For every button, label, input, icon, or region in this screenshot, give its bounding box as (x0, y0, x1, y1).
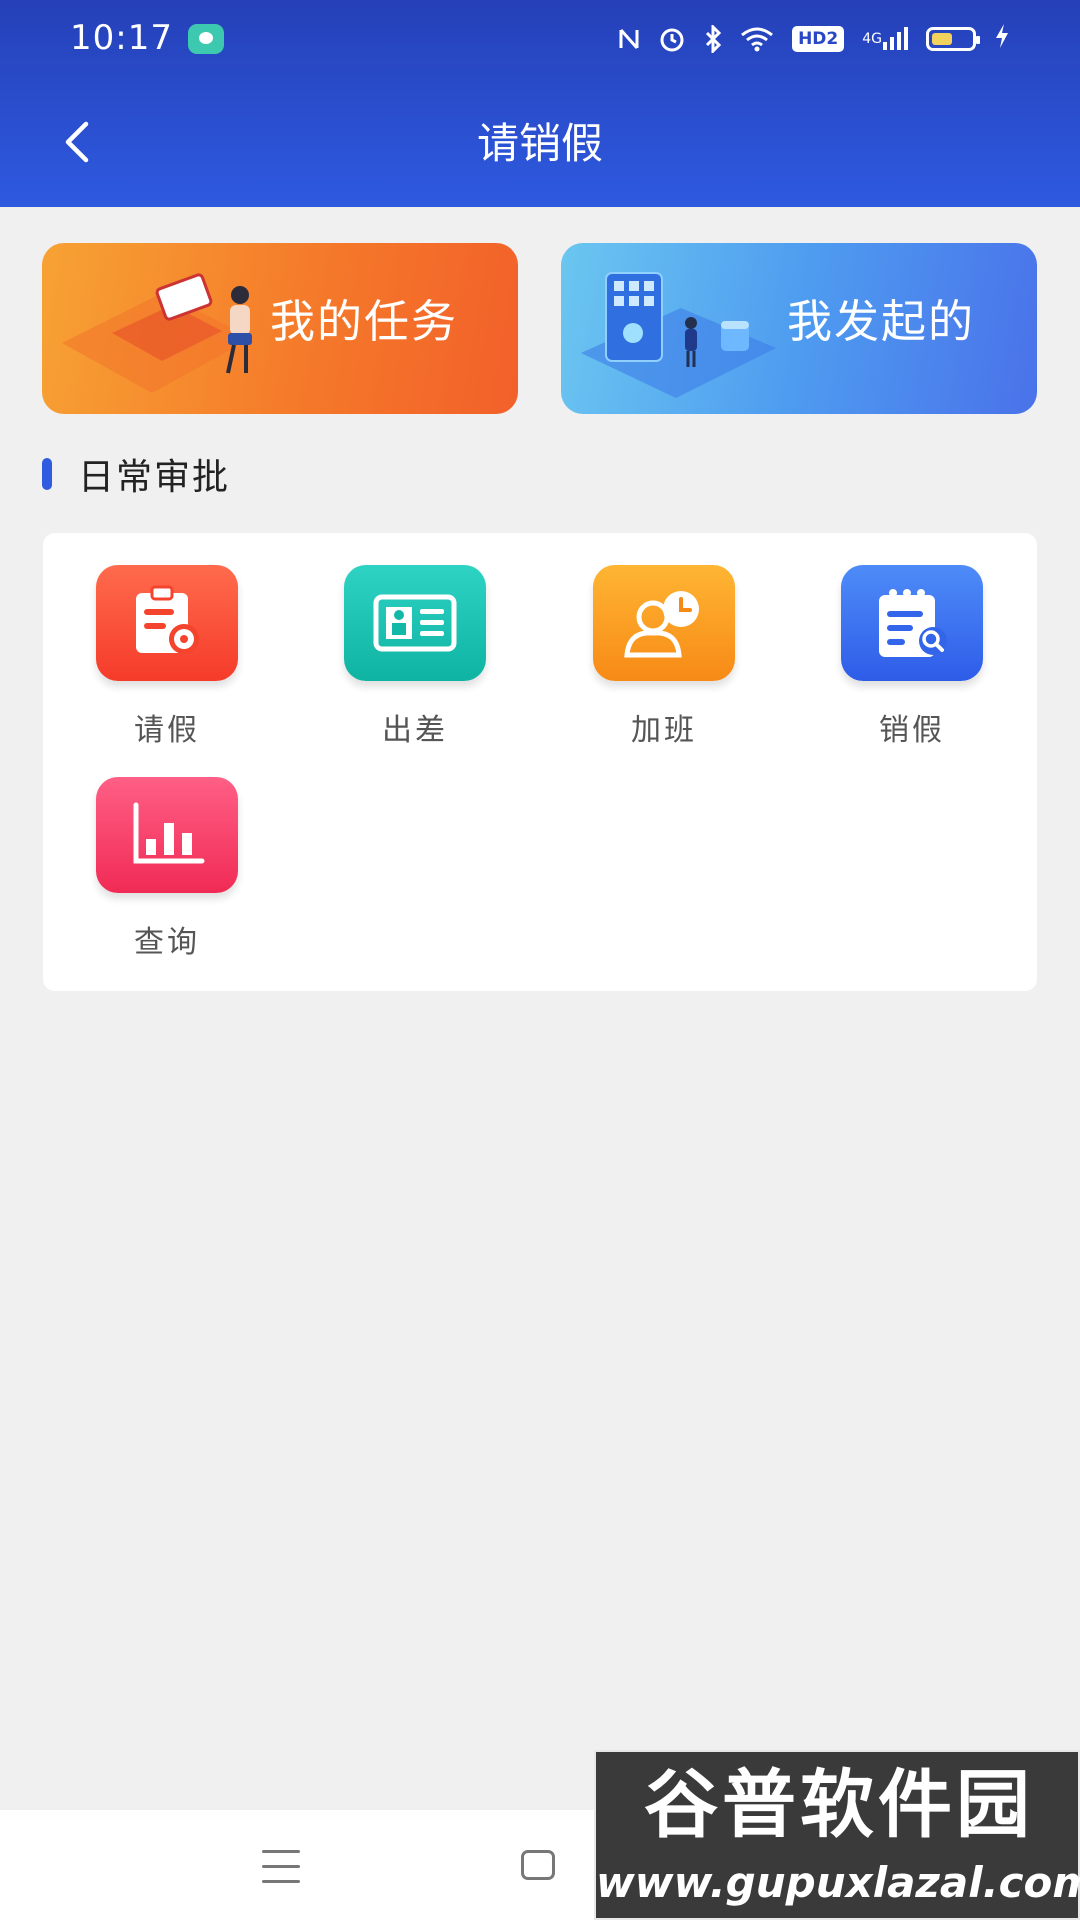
grid-label-query: 查询 (134, 925, 200, 960)
grid-item-overtime[interactable]: 加班 (540, 565, 788, 749)
page-title: 请销假 (476, 119, 603, 168)
grid-label-cancel-leave: 销假 (879, 713, 945, 748)
recent-apps-button[interactable] (262, 1850, 300, 1884)
cancel-leave-icon (841, 565, 983, 681)
desk-worker-illustration-icon (62, 273, 252, 393)
bluetooth-icon (704, 25, 722, 53)
watermark-title: 谷普软件园 (644, 1762, 1034, 1848)
grid-label-leave: 请假 (134, 713, 200, 748)
approval-grid-panel: 请假 出差 加班 销假 查询 (43, 533, 1037, 991)
section-title: 日常审批 (78, 457, 231, 498)
home-button[interactable] (521, 1850, 555, 1880)
chat-notification-icon (188, 24, 224, 54)
grid-item-business-trip[interactable]: 出差 (291, 565, 539, 749)
status-bar: 10:17 HD2 4G (0, 0, 1080, 78)
nfc-icon (618, 27, 640, 51)
network-type: 4G (862, 31, 882, 47)
section-accent-bar (42, 458, 52, 490)
initiated-by-me-label: 我发起的 (787, 295, 976, 348)
signal-icon: 4G (862, 26, 908, 52)
grid-item-leave[interactable]: 请假 (43, 565, 291, 749)
alarm-icon (658, 25, 686, 53)
grid-label-business-trip: 出差 (382, 713, 448, 748)
initiated-by-me-card[interactable]: 我发起的 (561, 243, 1037, 414)
battery-icon (926, 27, 980, 51)
wifi-icon (740, 26, 774, 52)
watermark-url: www.gupuxlazal.com (596, 1858, 1080, 1907)
overtime-icon (593, 565, 735, 681)
business-trip-icon (344, 565, 486, 681)
leave-request-icon (96, 565, 238, 681)
watermark-overlay: 谷普软件园 www.gupuxlazal.com (594, 1750, 1080, 1920)
hd-voice-icon: HD2 (792, 26, 845, 52)
query-chart-icon (96, 777, 238, 893)
app-header: 10:17 HD2 4G 请销假 (0, 0, 1080, 207)
section-header: 日常审批 (42, 450, 230, 498)
grid-item-cancel-leave[interactable]: 销假 (788, 565, 1036, 749)
grid-item-query[interactable]: 查询 (43, 777, 291, 961)
status-time: 10:17 (70, 18, 173, 58)
status-icons: HD2 4G (618, 20, 1010, 58)
phone-dashboard-illustration-icon (581, 272, 776, 398)
my-tasks-card[interactable]: 我的任务 (42, 243, 518, 414)
charging-icon (994, 23, 1010, 56)
my-tasks-label: 我的任务 (270, 295, 459, 348)
grid-label-overtime: 加班 (631, 713, 697, 748)
